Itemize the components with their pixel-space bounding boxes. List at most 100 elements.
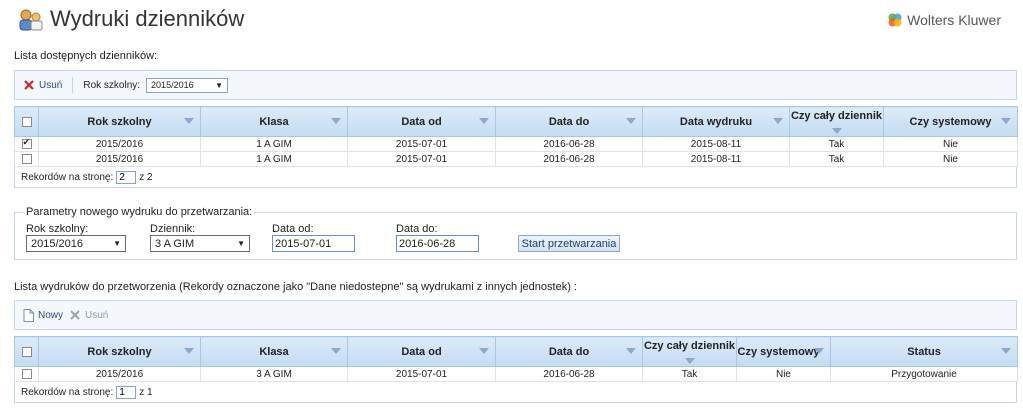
column-header[interactable]: Data do	[495, 106, 643, 137]
column-header[interactable]: Czy cały dziennik	[789, 106, 884, 137]
select-all-checkbox[interactable]	[21, 346, 32, 357]
brand-logo: Wolters Kluwer	[887, 12, 1001, 28]
column-menu-icon[interactable]	[331, 118, 341, 124]
param-journal-select[interactable]: 3 A GIM ▼	[150, 235, 250, 252]
table-cell: 2016-06-28	[495, 136, 643, 152]
records-per-page-input[interactable]	[116, 170, 137, 184]
params-legend: Parametry nowego wydruku do przetwarzani…	[24, 206, 255, 218]
table-header-row: Rok szkolny Klasa Data od Data do Data w…	[14, 106, 1018, 137]
column-menu-icon[interactable]	[1001, 118, 1011, 124]
column-menu-icon[interactable]	[331, 348, 341, 354]
column-menu-icon[interactable]	[684, 358, 695, 364]
param-journal-label: Dziennik:	[150, 223, 196, 235]
param-from-input[interactable]: 2015-07-01	[272, 235, 355, 252]
table-cell: 2016-06-28	[495, 151, 643, 167]
column-menu-icon[interactable]	[479, 348, 489, 354]
delete-icon	[70, 310, 80, 320]
table-cell: Nie	[883, 136, 1018, 152]
table-cell: 2015/2016	[38, 151, 201, 167]
table-row[interactable]: 2015/2016 1 A GIM 2015-07-01 2016-06-28 …	[14, 151, 1018, 167]
records-per-page-label: Rekordów na stronę:	[21, 386, 114, 398]
page-count: z 1	[139, 386, 153, 398]
column-menu-icon[interactable]	[1001, 348, 1011, 354]
select-all-cell[interactable]	[14, 336, 39, 367]
row-checkbox[interactable]	[21, 368, 32, 379]
column-header[interactable]: Klasa	[200, 336, 348, 367]
table-cell: 2015-08-11	[642, 136, 790, 152]
row-checkbox[interactable]	[21, 137, 32, 149]
delete-journal-button[interactable]: Usuń	[23, 79, 62, 91]
column-header[interactable]: Data wydruku	[642, 106, 790, 137]
new-document-icon	[23, 308, 34, 322]
table-row[interactable]: 2015/2016 1 A GIM 2015-07-01 2016-06-28 …	[14, 136, 1018, 152]
delete-printout-button[interactable]: Usuń	[69, 309, 108, 321]
param-to-input[interactable]: 2016-06-28	[396, 235, 479, 252]
new-printout-button[interactable]: Nowy	[23, 308, 64, 322]
journals-toolbar: Usuń Rok szkolny: 2015/2016 ▼	[14, 70, 1017, 100]
printouts-pager: Rekordów na stronę: z 1	[14, 382, 1017, 403]
column-header[interactable]: Status	[830, 336, 1018, 367]
table-cell: Przygotowanie	[830, 366, 1018, 382]
journals-table: Rok szkolny Klasa Data od Data do Data w…	[14, 106, 1018, 167]
column-menu-icon[interactable]	[831, 128, 842, 134]
table-cell: 2015-08-11	[642, 151, 790, 167]
dropdown-arrow-icon: ▼	[215, 80, 224, 90]
param-year-label: Rok szkolny:	[26, 223, 89, 235]
column-header[interactable]: Rok szkolny	[38, 336, 201, 367]
table-cell: 2016-06-28	[495, 366, 643, 382]
column-header[interactable]: Czy cały dziennik	[642, 336, 737, 367]
delete-icon	[24, 80, 34, 90]
table-cell: 1 A GIM	[200, 136, 348, 152]
column-menu-icon[interactable]	[626, 348, 636, 354]
table-cell: 1 A GIM	[200, 151, 348, 167]
column-header[interactable]: Data od	[347, 336, 496, 367]
table-cell: 2015/2016	[38, 366, 201, 382]
column-menu-icon[interactable]	[773, 118, 783, 124]
column-header[interactable]: Data od	[347, 106, 496, 137]
param-from-label: Data od:	[272, 223, 314, 235]
dropdown-arrow-icon: ▼	[113, 239, 121, 248]
param-year-value: 2015/2016	[31, 237, 83, 250]
delete-label: Usuń	[85, 309, 109, 321]
journal-printouts-icon	[18, 8, 44, 32]
printouts-toolbar: Nowy Usuń	[14, 300, 1017, 330]
dropdown-arrow-icon: ▼	[237, 239, 245, 248]
page-title: Wydruki dzienników	[50, 6, 245, 31]
select-all-cell[interactable]	[14, 106, 39, 137]
column-menu-icon[interactable]	[184, 348, 194, 354]
journals-pager: Rekordów na stronę: z 2	[14, 167, 1017, 188]
processing-list-label: Lista wydruków do przetworzenia (Rekordy…	[14, 281, 577, 293]
column-header[interactable]: Klasa	[200, 106, 348, 137]
table-cell: 2015/2016	[38, 136, 201, 152]
column-header[interactable]: Rok szkolny	[38, 106, 201, 137]
table-cell: 3 A GIM	[200, 366, 348, 382]
table-header-row: Rok szkolny Klasa Data od Data do Czy ca…	[14, 336, 1018, 367]
column-header[interactable]: Data do	[495, 336, 643, 367]
records-per-page-label: Rekordów na stronę:	[21, 171, 114, 183]
table-row[interactable]: 2015/2016 3 A GIM 2015-07-01 2016-06-28 …	[14, 366, 1018, 382]
delete-label: Usuń	[39, 79, 63, 91]
page-count: z 2	[139, 171, 153, 183]
new-label: Nowy	[38, 309, 64, 321]
records-per-page-input[interactable]	[116, 385, 137, 399]
column-header[interactable]: Czy systemowy	[736, 336, 831, 367]
column-header[interactable]: Czy systemowy	[883, 106, 1018, 137]
table-cell: Nie	[736, 366, 831, 382]
column-menu-icon[interactable]	[479, 118, 489, 124]
table-cell: 2015-07-01	[347, 151, 496, 167]
column-menu-icon[interactable]	[626, 118, 636, 124]
row-checkbox[interactable]	[21, 153, 32, 164]
select-all-checkbox[interactable]	[21, 116, 32, 127]
column-menu-icon[interactable]	[814, 348, 824, 354]
table-cell: 2015-07-01	[347, 136, 496, 152]
printouts-table: Rok szkolny Klasa Data od Data do Czy ca…	[14, 336, 1018, 382]
brand-name: Wolters Kluwer	[907, 12, 1001, 28]
table-cell: 2015-07-01	[347, 366, 496, 382]
column-menu-icon[interactable]	[184, 118, 194, 124]
start-processing-button[interactable]: Start przetwarzania	[518, 235, 620, 252]
param-year-select[interactable]: 2015/2016 ▼	[26, 235, 126, 252]
toolbar-divider	[72, 77, 74, 93]
year-filter-select[interactable]: 2015/2016 ▼	[146, 77, 229, 93]
table-cell: Nie	[883, 151, 1018, 167]
wolters-kluwer-logo-icon	[888, 13, 902, 27]
